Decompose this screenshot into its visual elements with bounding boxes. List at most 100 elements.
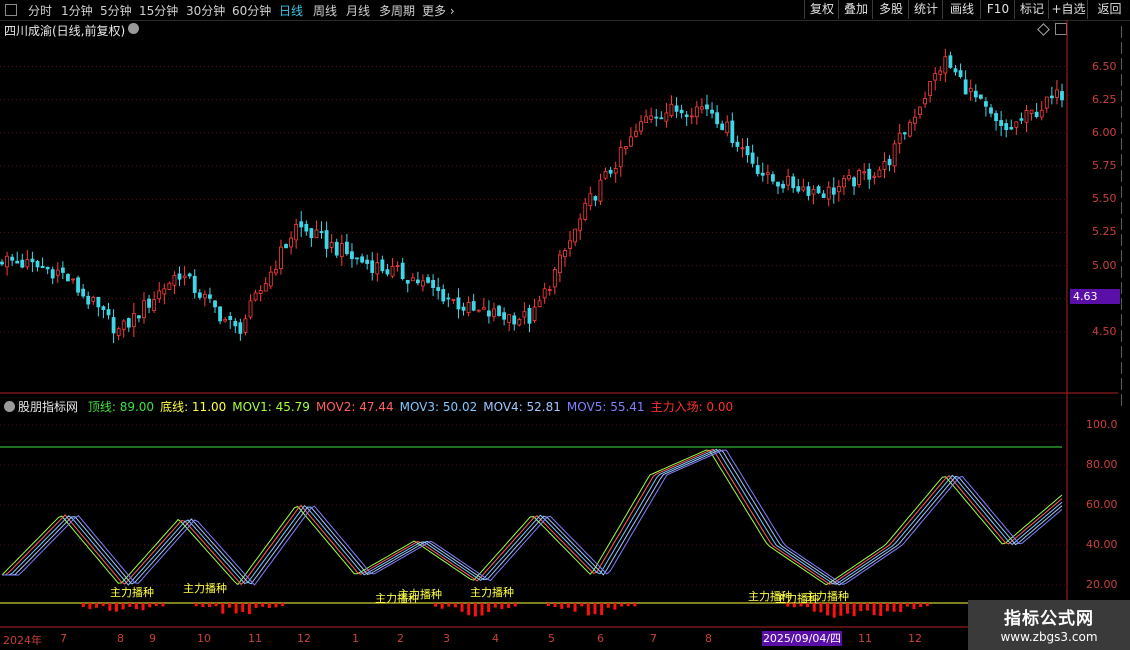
- indicator-tick: 60.00: [1086, 498, 1118, 511]
- indicator-collapse-icon[interactable]: [4, 401, 15, 412]
- candle-body: [456, 297, 461, 310]
- candle-body: [279, 246, 283, 270]
- main-force-bar: [500, 603, 504, 609]
- candle-body: [35, 260, 40, 268]
- seeding-annotation: 主力播种: [470, 586, 514, 599]
- candle-body: [918, 106, 922, 116]
- candle-body: [842, 178, 846, 188]
- candle-body: [973, 90, 978, 98]
- indicator-tick: 100.0: [1086, 418, 1118, 431]
- candle-body: [40, 265, 45, 269]
- candle-body: [816, 186, 821, 194]
- seeding-annotation: 主力播种: [398, 588, 442, 601]
- main-force-bar: [553, 603, 557, 608]
- candle-body: [55, 269, 60, 276]
- candle-body: [461, 306, 466, 311]
- price-chart-svg: [0, 20, 1118, 630]
- cursor-date-tag: 2025/09/04/四: [762, 631, 842, 646]
- candle-body: [5, 255, 9, 268]
- main-force-bar: [453, 603, 457, 608]
- candle-body: [669, 103, 674, 117]
- main-force-bar: [507, 603, 511, 609]
- main-force-bar: [194, 603, 198, 607]
- main-force-bar: [613, 603, 617, 610]
- candle-body: [679, 109, 684, 114]
- date-label: 8: [705, 632, 712, 645]
- candle-body: [218, 306, 222, 322]
- seeding-annotation: 主力播种: [183, 582, 227, 595]
- candle-body: [228, 316, 233, 320]
- candle-body: [30, 258, 35, 263]
- candle-body: [0, 261, 4, 265]
- date-label: 9: [149, 632, 156, 645]
- indicator-value-0: 顶线: 89.00: [87, 400, 155, 414]
- candle-body: [933, 73, 938, 81]
- candle-body: [466, 302, 471, 314]
- candle-body: [111, 317, 116, 334]
- candle-body: [147, 298, 151, 308]
- candle-body: [431, 280, 436, 288]
- side-strip-glyph: [1121, 106, 1130, 118]
- candle-body: [1019, 118, 1024, 121]
- main-force-bar: [154, 603, 158, 607]
- date-label: 5: [548, 632, 555, 645]
- candle-body: [603, 170, 608, 179]
- candle-body: [836, 186, 841, 193]
- candle-body: [852, 177, 856, 187]
- candle-body: [568, 240, 572, 249]
- candle-body: [415, 279, 420, 284]
- candle-body: [238, 322, 243, 334]
- candle-body: [887, 158, 892, 166]
- candle-body: [10, 256, 15, 261]
- main-force-bar: [467, 603, 471, 616]
- candle-body: [796, 186, 801, 192]
- candle-body: [644, 116, 649, 123]
- main-force-bar: [108, 603, 112, 611]
- indicator-tick: 20.00: [1086, 578, 1118, 591]
- candle-body: [999, 120, 1004, 126]
- indicator-value-4: MOV3: 50.02: [399, 400, 478, 414]
- candle-body: [821, 193, 826, 199]
- candle-body: [963, 79, 968, 95]
- candle-body: [649, 115, 654, 120]
- indicator-value-3: MOV2: 47.44: [315, 400, 394, 414]
- date-label: 4: [492, 632, 499, 645]
- side-strip-glyph: [1121, 314, 1130, 326]
- candle-body: [71, 278, 75, 281]
- side-strip-glyph: [1121, 58, 1130, 70]
- candle-body: [1024, 110, 1029, 123]
- main-force-bar: [447, 603, 451, 607]
- indicator-value-6: MOV5: 55.41: [566, 400, 645, 414]
- indicator-value-1: 底线: 11.00: [160, 400, 227, 414]
- date-label: 8: [117, 632, 124, 645]
- candle-body: [862, 171, 867, 174]
- indicator-tick: 80.00: [1086, 458, 1118, 471]
- side-strip-glyph: [1121, 378, 1130, 390]
- candle-body: [765, 172, 770, 175]
- main-force-bar: [433, 603, 437, 607]
- price-tick: 5.00: [1092, 258, 1117, 272]
- watermark-url: www.zbgs3.com: [1000, 630, 1098, 644]
- main-force-bar: [473, 603, 477, 617]
- main-force-bar: [247, 603, 251, 615]
- candle-body: [771, 174, 775, 182]
- side-strip-glyph: [1121, 346, 1130, 358]
- side-panel-strip[interactable]: [1121, 20, 1130, 600]
- candle-body: [684, 114, 689, 117]
- candle-body: [700, 106, 704, 110]
- price-tick: 5.50: [1092, 192, 1117, 206]
- main-force-bar: [593, 603, 597, 615]
- candle-body: [517, 319, 522, 326]
- candle-body: [750, 152, 755, 164]
- side-strip-glyph: [1121, 138, 1130, 150]
- candle-body: [471, 301, 476, 311]
- candle-body: [882, 161, 887, 170]
- candle-body: [1044, 96, 1049, 109]
- candle-body: [902, 132, 907, 135]
- candle-body: [608, 169, 613, 174]
- candle-body: [81, 288, 86, 297]
- candle-body: [497, 305, 501, 316]
- main-force-bar: [573, 603, 577, 612]
- main-force-bar: [161, 603, 165, 607]
- candle-body: [273, 269, 278, 274]
